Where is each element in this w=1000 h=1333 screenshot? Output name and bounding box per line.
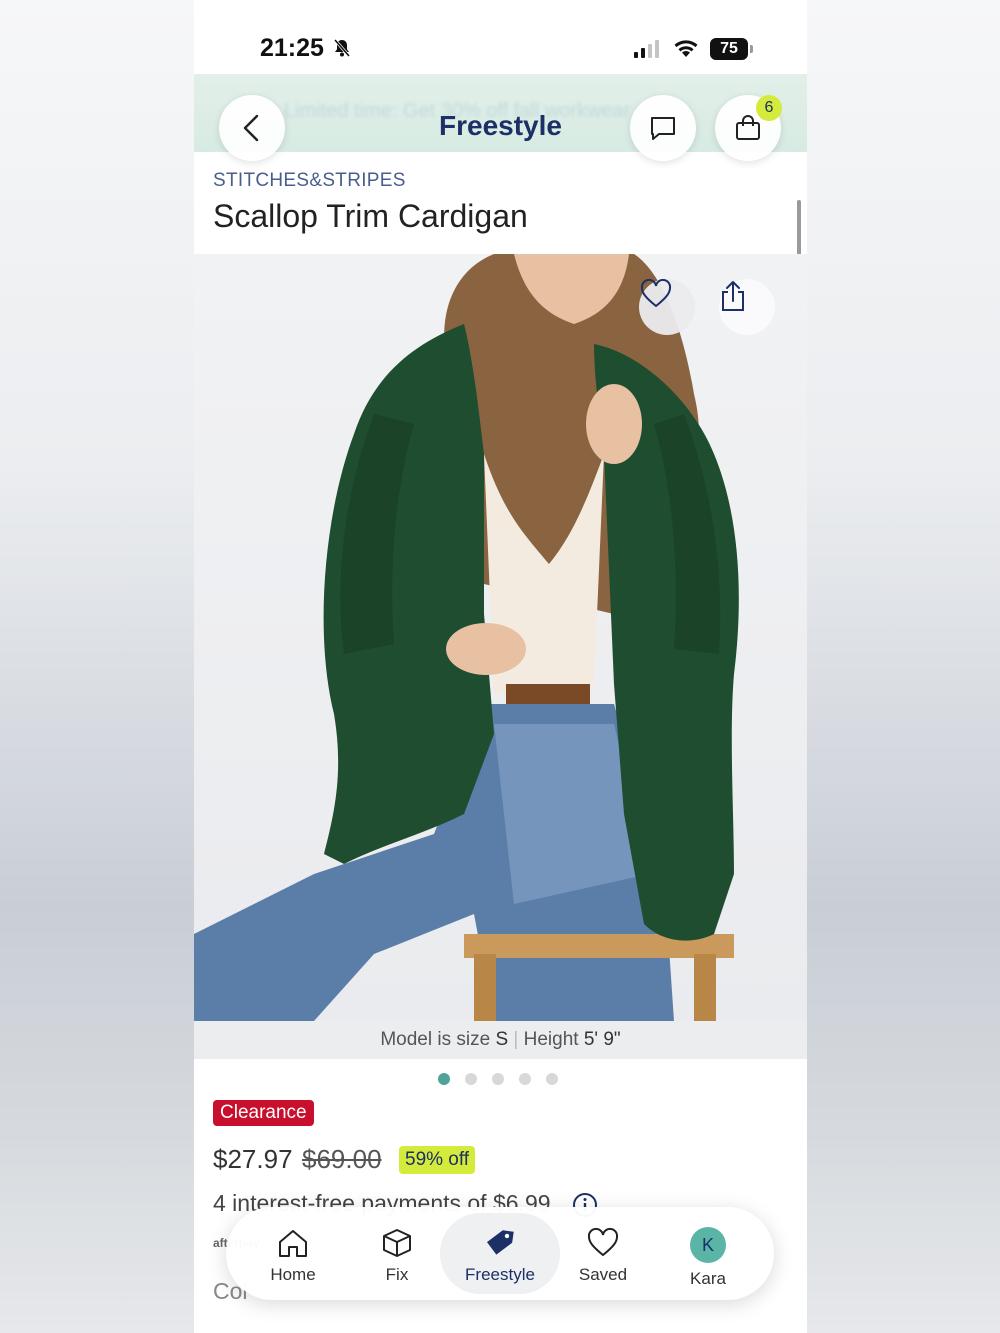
carousel-dot[interactable] — [546, 1073, 558, 1085]
model-size-value: S — [495, 1029, 509, 1050]
battery-tip — [750, 45, 753, 53]
wifi-icon — [673, 38, 699, 63]
carousel-dot[interactable] — [438, 1073, 450, 1085]
status-bar: 21:25 75 — [194, 0, 807, 74]
model-size-info: Model is size S | Height 5' 9" — [194, 1021, 807, 1059]
clearance-badge: Clearance — [213, 1100, 314, 1126]
phone-screen: 21:25 75 Limited time: Get 30% off fall … — [194, 0, 807, 1333]
tab-fix[interactable]: Fix — [342, 1213, 452, 1294]
tab-home-label: Home — [270, 1265, 316, 1284]
carousel-dots[interactable] — [438, 1073, 558, 1085]
carousel-dot[interactable] — [465, 1073, 477, 1085]
tab-profile-label: Kara — [690, 1269, 726, 1288]
bell-muted-icon — [332, 38, 352, 63]
background-blur-left — [0, 0, 194, 1333]
chat-bubble-icon — [651, 117, 675, 140]
heart-icon — [640, 279, 672, 308]
status-time: 21:25 — [260, 34, 324, 62]
bottom-tab-bar: Home Fix Freestyle Saved K Kara — [226, 1207, 774, 1300]
tag-icon — [486, 1230, 514, 1255]
heart-icon — [587, 1227, 619, 1257]
shopping-bag-icon — [736, 115, 760, 140]
share-button[interactable] — [719, 279, 775, 335]
product-title: Scallop Trim Cardigan — [213, 198, 528, 234]
product-brand[interactable]: STITCHES&STRIPES — [213, 170, 406, 192]
product-photo — [194, 254, 739, 1021]
tab-profile[interactable]: K Kara — [653, 1213, 763, 1294]
carousel-dot[interactable] — [492, 1073, 504, 1085]
avatar: K — [690, 1227, 726, 1263]
discount-badge: 59% off — [399, 1146, 476, 1174]
original-price: $69.00 — [302, 1144, 382, 1174]
model-height-value: 5' 9" — [583, 1029, 621, 1050]
carousel-dot[interactable] — [519, 1073, 531, 1085]
tab-freestyle-label: Freestyle — [465, 1265, 535, 1284]
tab-home[interactable]: Home — [238, 1213, 348, 1294]
cellular-signal-icon — [634, 40, 659, 58]
divider: | — [513, 1029, 519, 1050]
favorite-button[interactable] — [639, 279, 695, 335]
product-image-carousel[interactable] — [194, 254, 807, 1021]
model-size-label: Model is size — [380, 1029, 491, 1050]
tab-saved-label: Saved — [578, 1265, 628, 1284]
tab-freestyle[interactable]: Freestyle — [440, 1213, 560, 1294]
model-height-label: Height — [523, 1029, 579, 1050]
background-blur-right — [807, 0, 1000, 1333]
tab-fix-label: Fix — [385, 1265, 409, 1284]
cart-count-badge: 6 — [756, 95, 782, 121]
home-icon — [279, 1230, 307, 1257]
share-icon — [722, 281, 744, 311]
battery-level: 75 — [710, 38, 748, 60]
messages-button[interactable] — [630, 95, 696, 161]
tab-saved[interactable]: Saved — [548, 1213, 658, 1294]
box-icon — [383, 1229, 411, 1257]
sale-price: $27.97 — [213, 1144, 293, 1174]
